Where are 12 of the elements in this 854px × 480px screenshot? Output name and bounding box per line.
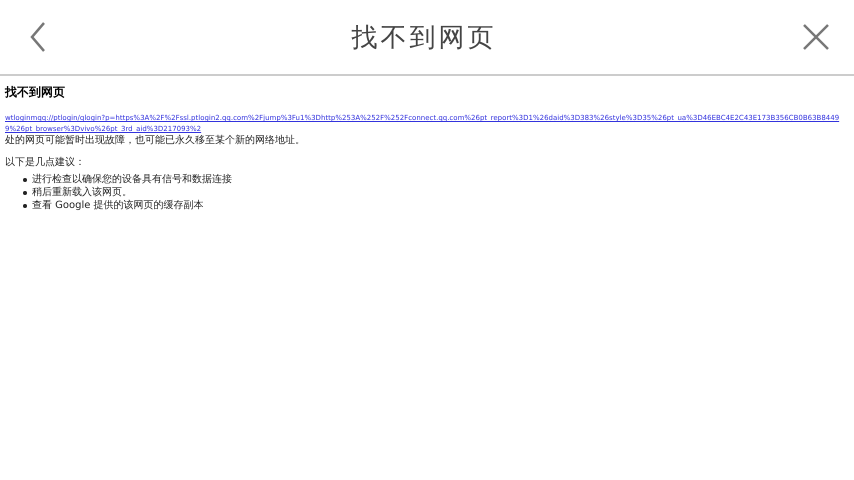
error-message: 处的网页可能暂时出现故障，也可能已永久移至某个新的网络地址。: [5, 135, 306, 147]
page-title: 找不到网页: [352, 22, 496, 54]
suggestion-item: 查看 Google 提供的该网页的缓存副本: [32, 199, 204, 212]
suggestion-item: 进行检查以确保您的设备具有信号和数据连接: [32, 173, 232, 186]
back-icon[interactable]: [30, 22, 46, 52]
bullet-icon: [23, 204, 27, 208]
suggestions-heading: 以下是几点建议：: [5, 156, 86, 169]
bullet-icon: [23, 178, 27, 182]
close-icon[interactable]: [802, 23, 830, 51]
bullet-icon: [23, 190, 27, 194]
error-heading: 找不到网页: [5, 84, 66, 101]
suggestion-item: 稍后重新载入该网页。: [32, 186, 132, 199]
